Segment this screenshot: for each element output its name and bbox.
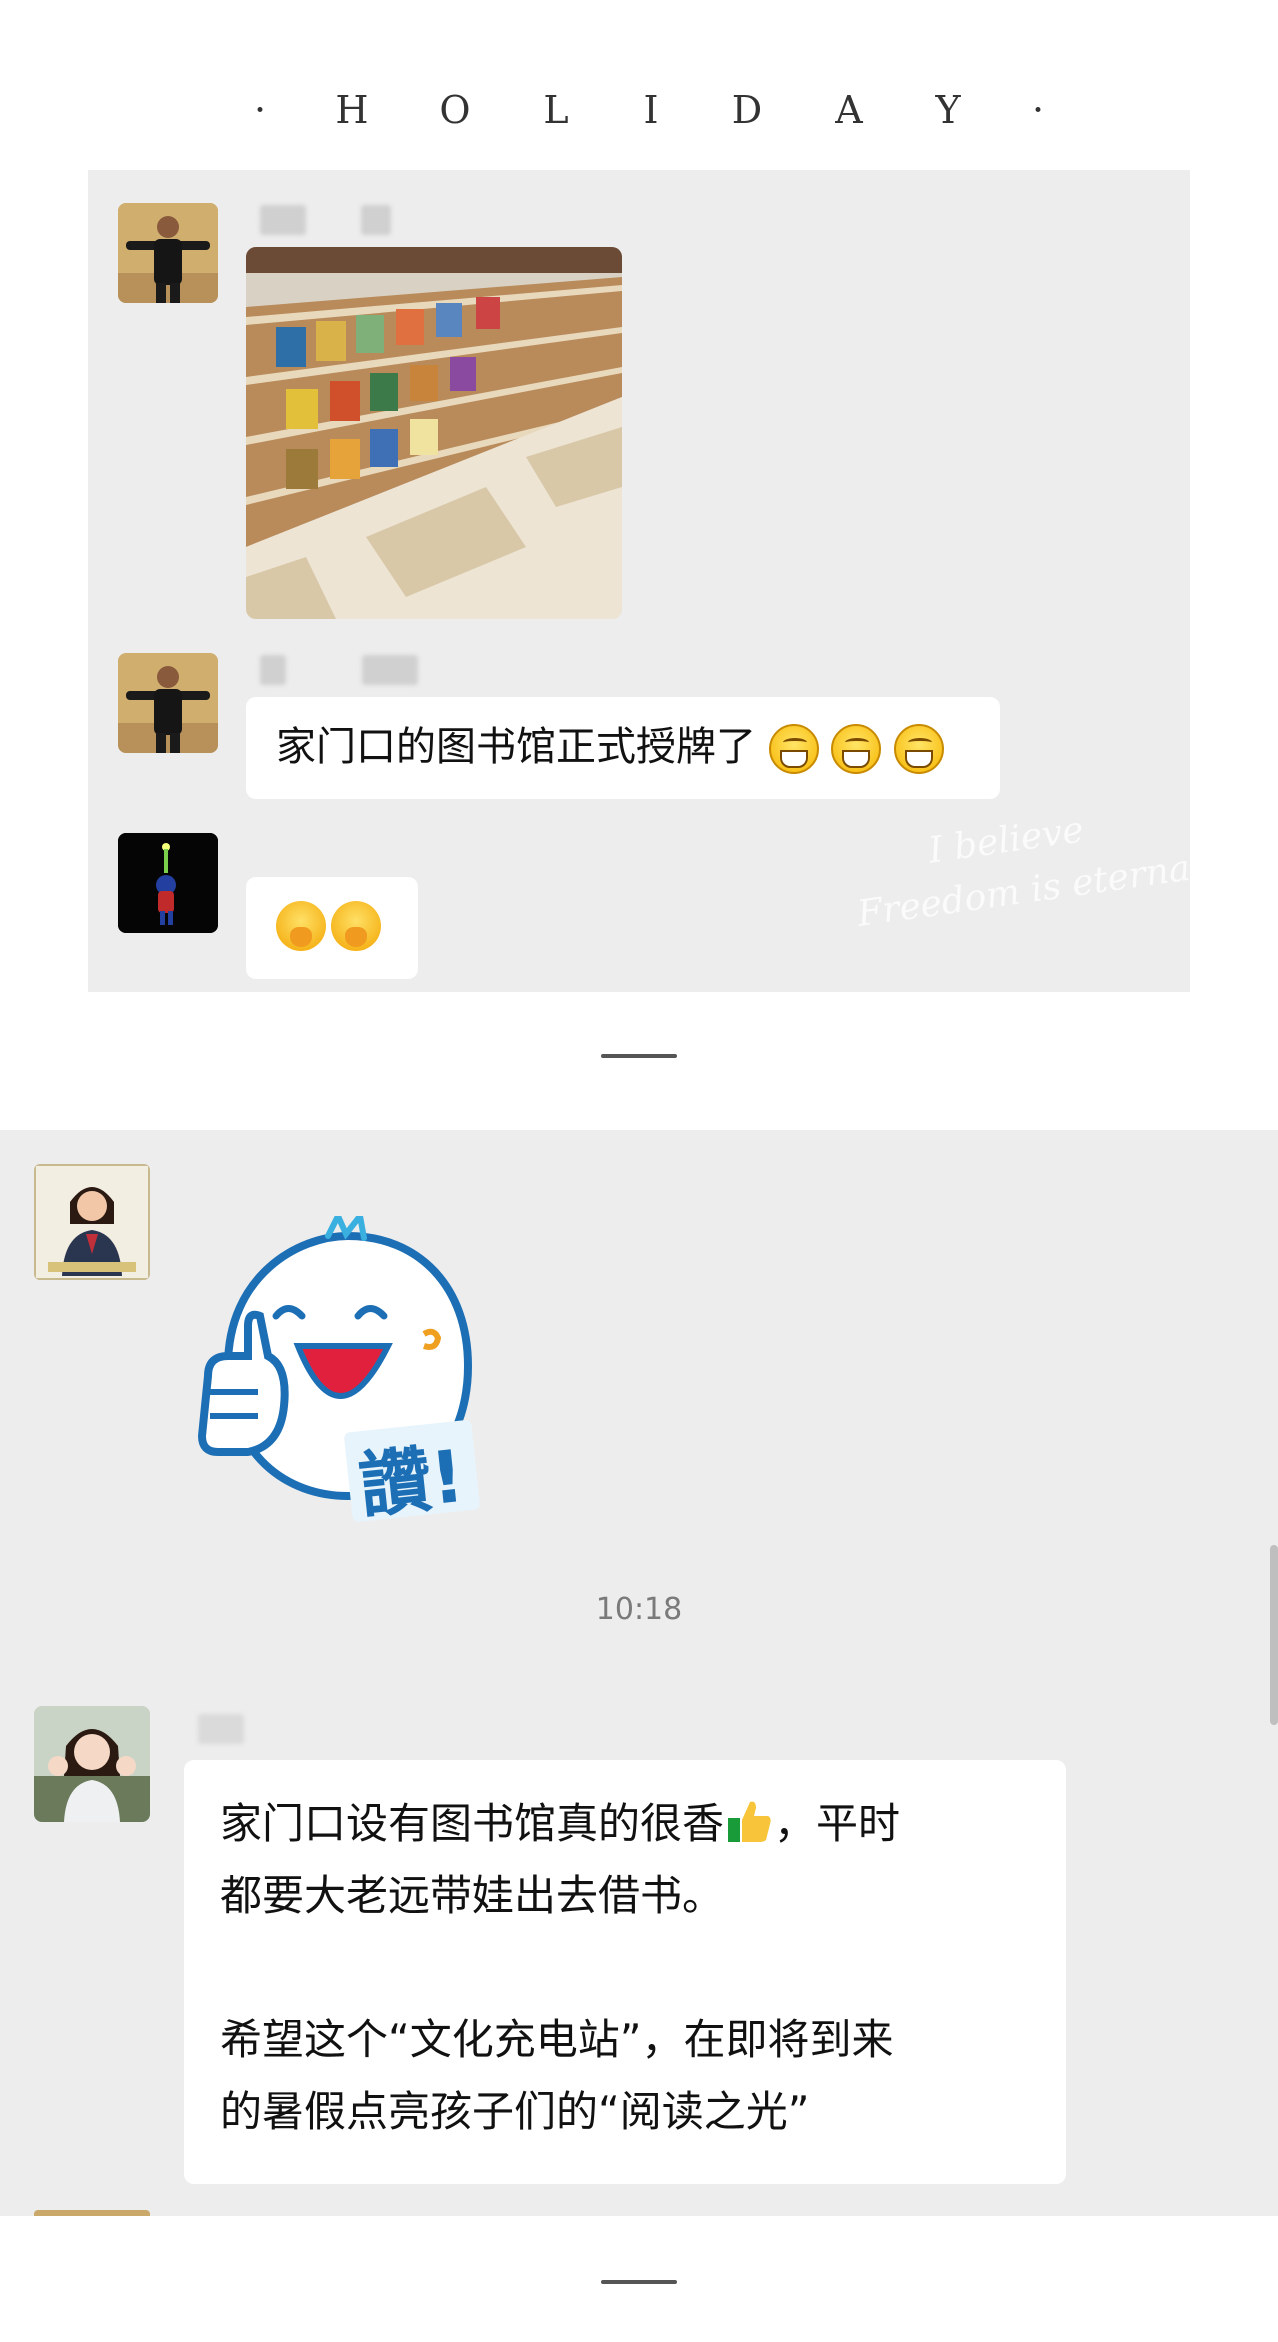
- blurred-username: [198, 1714, 244, 1744]
- user-avatar[interactable]: [34, 1706, 150, 1822]
- message-text-line: 都要大老远带娃出去借书。: [220, 1871, 725, 1920]
- user-avatar[interactable]: [118, 203, 218, 303]
- holiday-letter: A: [835, 88, 863, 132]
- grinning-face-emoji-icon: [768, 724, 819, 774]
- watermark-line-1: I believe: [925, 809, 1087, 872]
- message-text-line: 家门口设有图书馆真的很香: [220, 1799, 725, 1848]
- watermark-line-2: Freedom is eternal: [854, 846, 1205, 935]
- shushing-face-emoji-icon: [276, 901, 326, 951]
- thumbs-up-emoji-icon: [724, 1796, 774, 1846]
- bookshelf-photo[interactable]: [246, 247, 622, 619]
- chat-screenshot-1: 家门口的图书馆正式授牌了 I believe Freedom is eterna…: [88, 170, 1204, 992]
- holiday-letter: O: [439, 88, 471, 132]
- blurred-username: [362, 655, 418, 685]
- holiday-letter: D: [731, 88, 763, 132]
- grinning-face-emoji-icon: [894, 724, 945, 774]
- next-user-avatar: [34, 2210, 150, 2216]
- message-text-line: 希望这个“文化充电站”，在即将到来: [220, 2015, 894, 2064]
- holiday-letter: L: [543, 88, 569, 132]
- message-text-line: ，平时: [774, 1799, 901, 1848]
- thumbs-up-sticker[interactable]: 讚!: [188, 1208, 488, 1536]
- separator-line: [601, 1054, 677, 1058]
- message-text: 家门口的图书馆正式授牌了: [276, 724, 756, 770]
- sticker-text: 讚!: [355, 1434, 468, 1528]
- holiday-letter: Y: [935, 88, 961, 132]
- blurred-username: [260, 205, 306, 235]
- holiday-dot-left: ·: [253, 88, 267, 132]
- chat-screenshot-2: 讚! 10:18 家门口设有图书馆真的很香 ，平时 都要大老远带娃出去借书。 希望…: [0, 1130, 1278, 2216]
- message-bubble[interactable]: [246, 877, 418, 979]
- separator-line: [601, 2280, 677, 2284]
- user-avatar[interactable]: [34, 1164, 150, 1280]
- scrollbar[interactable]: [1270, 1545, 1278, 1725]
- holiday-title: · H O L I D A Y ·: [0, 80, 1278, 140]
- blurred-username: [361, 205, 391, 235]
- message-text-line: 的暑假点亮孩子们的“阅读之光”: [220, 2087, 810, 2136]
- grinning-face-emoji-icon: [831, 724, 882, 774]
- shushing-face-emoji-icon: [331, 901, 382, 951]
- message-bubble[interactable]: 家门口的图书馆正式授牌了: [246, 697, 1000, 799]
- message-bubble[interactable]: 家门口设有图书馆真的很香 ，平时 都要大老远带娃出去借书。 希望这个“文化充电站”…: [184, 1760, 1066, 2184]
- timestamp: 10:18: [595, 1592, 683, 1627]
- holiday-dot-right: ·: [1031, 88, 1045, 132]
- blurred-username: [260, 655, 286, 685]
- holiday-letter: I: [643, 88, 659, 132]
- holiday-letter: H: [335, 88, 369, 132]
- user-avatar[interactable]: [118, 833, 218, 933]
- user-avatar[interactable]: [118, 653, 218, 753]
